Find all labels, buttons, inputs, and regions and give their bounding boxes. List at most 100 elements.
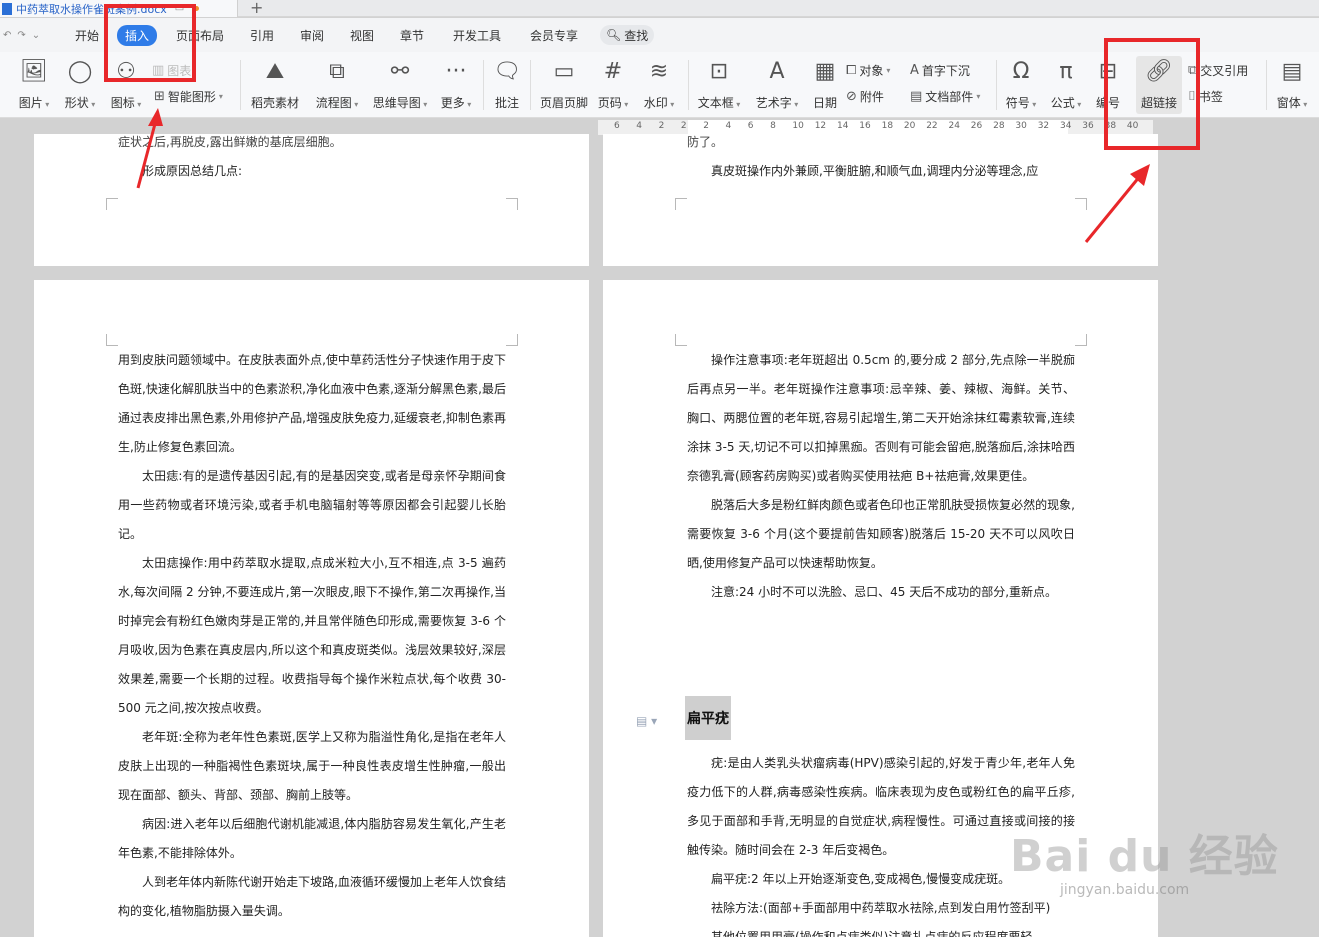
paragraph: 用到皮肤问题领域中。在皮肤表面外点,使中草药活性分子快速作用于皮下色斑,快速化解… — [118, 353, 506, 454]
page-number-icon: # — [603, 59, 623, 84]
wordart-icon: A — [769, 59, 785, 84]
paragraph: 祛除方法:(面部+手面部用中药萃取水祛除,点到发白用竹签刮平) — [711, 901, 1051, 915]
paragraph: 操作注意事项:老年斑超出 0.5cm 的,要分成 2 部分,先点除一半脱痂后再点… — [687, 353, 1075, 483]
more-button[interactable]: ··· 更多 — [436, 58, 476, 111]
paragraph: 太田痣操作:用中药萃取水提取,点成米粒大小,互不相连,点 3-5 遍药水,每次间… — [118, 556, 506, 715]
page-text: 用到皮肤问题领域中。在皮肤表面外点,使中草药活性分子快速作用于皮下色斑,快速化解… — [118, 346, 506, 926]
paragraph: 太田痣:有的是遗传基因引起,有的是基因突变,或者是母亲怀孕期间食用一些药物或者环… — [118, 469, 506, 541]
paragraph: 脱落后大多是粉红鲜肉颜色或者色印也正常肌肤受损恢复必然的现象,需要恢复 3-6 … — [687, 498, 1075, 570]
ruler-number: 36 — [1082, 121, 1094, 131]
comment-icon: 🗨︎ — [493, 59, 521, 84]
attachment-button[interactable]: ⊘ 附件 — [846, 88, 884, 105]
ruler-number: 28 — [993, 121, 1005, 131]
search-icon: 🔍︎ — [606, 28, 622, 42]
more-icon: ··· — [445, 59, 467, 84]
tab-review[interactable]: 审阅 — [300, 27, 324, 44]
page-top-left[interactable]: 症状之后,再脱皮,露出鲜嫩的基底层细胞。 形成原因总结几点: — [34, 134, 589, 266]
tab-view[interactable]: 视图 — [350, 27, 374, 44]
ruler-number: 8 — [770, 121, 776, 131]
header-footer-icon: ▭ — [553, 59, 575, 84]
paragraph: 病因:进入老年以后细胞代谢机能减退,体内脂肪容易发生氧化,产生老年色素,不能排除… — [118, 817, 506, 860]
word-doc-icon — [2, 2, 12, 15]
material-icon: ⛰ — [265, 59, 285, 84]
paragraph-menu-icon[interactable]: ▤ ▾ — [636, 714, 657, 728]
new-tab-plus-icon[interactable]: + — [250, 0, 263, 17]
wordart-button[interactable]: A 艺术字 — [754, 58, 800, 111]
form-icon: ▤ — [1281, 59, 1303, 84]
page-text: 防了。 真皮斑操作内外兼顾,平衡脏腑,和顺气血,调理内分泌等理念,应 — [687, 134, 1077, 186]
quick-access-dropdown-icon[interactable]: ⌄ — [32, 30, 40, 41]
ribbon-separator — [688, 60, 689, 110]
comment-button[interactable]: 🗨︎ 批注 — [490, 58, 524, 111]
baidu-watermark-url: jingyan.baidu.com — [1060, 882, 1190, 898]
page-top-right[interactable]: 防了。 真皮斑操作内外兼顾,平衡脏腑,和顺气血,调理内分泌等理念,应 — [603, 134, 1158, 266]
text-line: 防了。 — [687, 135, 724, 149]
undo-icon[interactable]: ↶ — [3, 30, 11, 41]
redo-icon[interactable]: ↷ — [17, 30, 25, 41]
smart-graphic-button[interactable]: ⊞ 智能图形 ▾ — [154, 88, 223, 105]
ruler-number: 20 — [903, 121, 916, 131]
object-icon: ⧠ — [846, 63, 857, 78]
search-label: 查找 — [624, 28, 649, 43]
doc-parts-icon: ▤ — [910, 89, 923, 104]
horizontal-ruler[interactable]: 6 4 2 2 2 4 6 8 10 12 14 16 18 20 22 24 26 28 30 32 34 36 38 40 — [598, 120, 1153, 135]
formula-button[interactable]: π 公式 — [1046, 58, 1086, 111]
ruler-number: 12 — [814, 121, 827, 131]
page-text: 操作注意事项:老年斑超出 0.5cm 的,要分成 2 部分,先点除一半脱痂后再点… — [687, 346, 1075, 607]
quick-access: ↶ ↷ ⌄ — [0, 18, 43, 52]
ruler-number: 14 — [837, 121, 849, 131]
crop-mark — [506, 198, 518, 210]
ruler-number: 34 — [1060, 121, 1072, 131]
page-number-button[interactable]: # 页码 — [596, 58, 630, 111]
ruler-number: 24 — [948, 121, 960, 131]
tab-member[interactable]: 会员专享 — [530, 27, 578, 44]
ruler-number: 18 — [881, 121, 894, 131]
crop-mark — [506, 334, 518, 346]
date-button[interactable]: ▦ 日期 — [808, 58, 842, 111]
symbol-button[interactable]: Ω 符号 — [1002, 58, 1040, 111]
ruler-number: 4 — [725, 121, 732, 131]
ribbon-separator — [240, 60, 241, 110]
ruler-number: 30 — [1015, 121, 1027, 131]
calendar-icon: ▦ — [814, 59, 836, 84]
tab-section[interactable]: 章节 — [400, 27, 424, 44]
smart-graphic-icon: ⊞ — [154, 89, 165, 104]
page-bottom-left[interactable]: 用到皮肤问题领域中。在皮肤表面外点,使中草药活性分子快速作用于皮下色斑,快速化解… — [34, 280, 589, 937]
flowchart-button[interactable]: ⧉ 流程图 — [312, 58, 362, 111]
ruler-number: 26 — [970, 121, 983, 131]
doc-parts-button[interactable]: ▤ 文档部件 ▾ — [910, 88, 980, 105]
header-footer-button[interactable]: ▭ 页眉页脚 — [538, 58, 590, 111]
object-button[interactable]: ⧠ 对象 ▾ — [846, 62, 890, 79]
annotation-arrow-up — [136, 108, 163, 189]
ruler-text-area — [688, 120, 1068, 135]
textbox-icon: ⊡ — [709, 59, 729, 84]
crop-mark — [106, 334, 118, 346]
paragraph: 人到老年体内新陈代谢开始走下坡路,血液循环缓慢加上老年人饮食结构的变化,植物脂肪… — [118, 875, 506, 918]
watermark-button[interactable]: ≋ 水印 — [642, 58, 676, 111]
textbox-button[interactable]: ⊡ 文本框 — [696, 58, 742, 111]
crop-mark — [675, 334, 687, 346]
text-line: 形成原因总结几点: — [142, 164, 243, 178]
ribbon-separator — [530, 60, 531, 110]
shape-icon: ◯ — [67, 59, 93, 84]
ruler-number: 6 — [747, 121, 754, 131]
dropcap-button[interactable]: A 首字下沉 — [910, 62, 970, 79]
tab-developer[interactable]: 开发工具 — [453, 27, 501, 44]
tab-home[interactable]: 开始 — [75, 27, 99, 44]
omega-icon: Ω — [1012, 59, 1030, 84]
pi-icon: π — [1059, 59, 1073, 84]
form-button[interactable]: ▤ 窗体 — [1272, 58, 1312, 111]
shape-button[interactable]: ◯ 形状 — [60, 58, 100, 111]
search-box[interactable]: 🔍︎ 查找 — [600, 25, 655, 45]
ribbon-separator — [996, 60, 997, 110]
section-heading[interactable]: 扁平疣 — [685, 696, 731, 740]
dropcap-icon: A — [910, 63, 919, 78]
tab-references[interactable]: 引用 — [250, 27, 274, 44]
crop-mark — [106, 198, 118, 210]
ruler-number: 2 — [703, 121, 709, 131]
picture-button[interactable]: 🖼︎ 图片 — [14, 58, 54, 111]
mindmap-button[interactable]: ⚯ 思维导图 — [370, 58, 430, 111]
ruler-number: 2 — [658, 121, 665, 131]
material-button[interactable]: ⛰ 稻壳素材 — [250, 58, 300, 111]
ribbon-separator — [1266, 60, 1267, 110]
